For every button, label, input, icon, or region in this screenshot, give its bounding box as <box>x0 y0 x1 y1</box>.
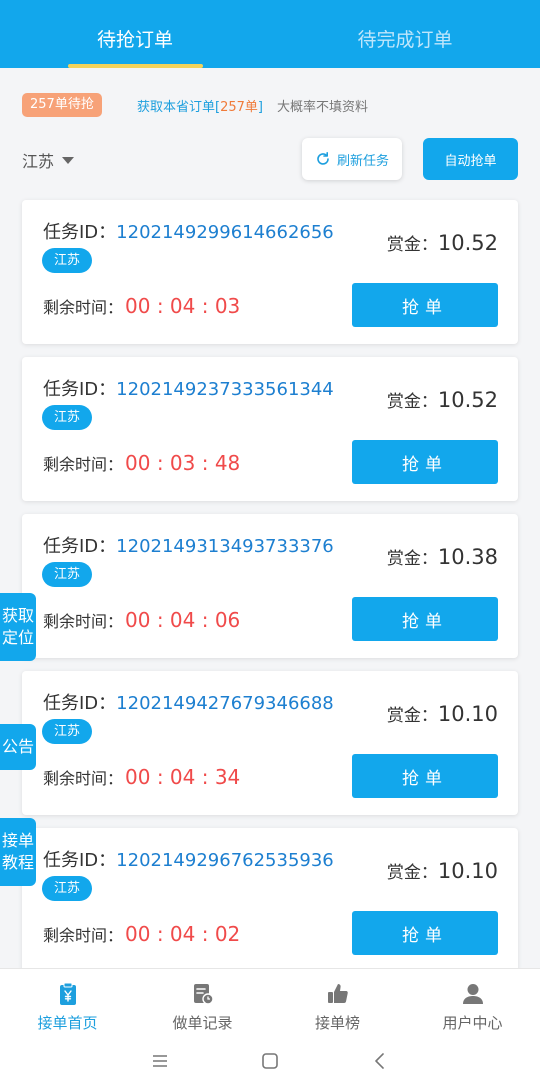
region-tag: 江苏 <box>42 562 93 587</box>
province-filter-dropdown[interactable]: 江苏 <box>22 148 75 172</box>
thumbs-up-icon <box>327 984 348 1003</box>
tab-to-complete-orders[interactable]: 待完成订单 <box>270 0 540 68</box>
reward-amount: 赏金：10.10 <box>386 702 498 726</box>
order-card: 任务ID：1202149427679346688 江苏 赏金：10.10 剩余时… <box>22 671 518 815</box>
task-id: 任务ID：1202149296762535936 <box>43 850 334 871</box>
nav-user-center[interactable]: 用户中心 <box>405 969 540 1042</box>
province-filter-label: 江苏 <box>22 152 55 171</box>
grab-order-button[interactable]: 抢单 <box>352 911 498 955</box>
top-tab-bar: 待抢订单 待完成订单 <box>0 0 540 68</box>
menu-icon[interactable] <box>150 1051 170 1071</box>
user-icon <box>462 984 483 1004</box>
auto-grab-button[interactable]: 自动抢单 <box>423 138 518 180</box>
fetch-tip-text: 大概率不填资料 <box>277 100 369 115</box>
refresh-tasks-button[interactable]: 刷新任务 <box>302 138 402 180</box>
back-icon[interactable] <box>370 1051 390 1071</box>
remaining-time: 剩余时间： 00 : 04 : 02 <box>43 922 241 946</box>
order-card: 任务ID：1202149237333561344 江苏 赏金：10.52 剩余时… <box>22 357 518 501</box>
reward-amount: 赏金：10.38 <box>386 545 498 569</box>
task-id: 任务ID：1202149427679346688 <box>43 693 334 714</box>
home-square-icon[interactable] <box>260 1051 280 1071</box>
info-row: 257单待抢 获取本省订单[257单] 大概率不填资料 <box>0 68 540 144</box>
order-card: 任务ID：1202149313493733376 江苏 赏金：10.38 剩余时… <box>22 514 518 658</box>
reward-amount: 赏金：10.52 <box>386 388 498 412</box>
tutorial-button[interactable]: 接单教程 <box>0 818 36 886</box>
grab-order-button[interactable]: 抢单 <box>352 283 498 327</box>
task-id: 任务ID：1202149313493733376 <box>43 536 334 557</box>
pending-count-badge: 257单待抢 <box>22 93 102 117</box>
region-tag: 江苏 <box>42 405 93 430</box>
refresh-icon <box>317 152 329 165</box>
fetch-province-orders-link[interactable]: 获取本省订单[257单] <box>137 96 263 115</box>
nav-home[interactable]: 接单首页 <box>0 969 135 1042</box>
task-id: 任务ID：1202149299614662656 <box>43 222 334 243</box>
record-doc-icon <box>193 984 214 1005</box>
order-card: 任务ID：1202149299614662656 江苏 赏金：10.52 剩余时… <box>22 200 518 344</box>
order-card: 任务ID：1202149296762535936 江苏 赏金：10.10 剩余时… <box>22 828 518 972</box>
region-tag: 江苏 <box>42 248 93 273</box>
tab-pending-orders[interactable]: 待抢订单 <box>0 0 270 68</box>
get-location-button[interactable]: 获取定位 <box>0 593 36 661</box>
remaining-time: 剩余时间： 00 : 03 : 48 <box>43 451 241 475</box>
nav-leaderboard[interactable]: 接单榜 <box>270 969 405 1042</box>
reward-amount: 赏金：10.52 <box>386 231 498 255</box>
task-id: 任务ID：1202149237333561344 <box>43 379 334 400</box>
system-nav-bar <box>0 1042 540 1080</box>
grab-order-button[interactable]: 抢单 <box>352 597 498 641</box>
region-tag: 江苏 <box>42 719 93 744</box>
bottom-nav-bar: 接单首页 做单记录 接单榜 用户中心 <box>0 968 540 1042</box>
region-tag: 江苏 <box>42 876 93 901</box>
remaining-time: 剩余时间： 00 : 04 : 03 <box>43 294 241 318</box>
remaining-time: 剩余时间： 00 : 04 : 06 <box>43 608 241 632</box>
clipboard-yen-icon <box>59 982 76 1005</box>
reward-amount: 赏金：10.10 <box>386 859 498 883</box>
caret-down-icon <box>62 156 75 164</box>
remaining-time: 剩余时间： 00 : 04 : 34 <box>43 765 241 789</box>
grab-order-button[interactable]: 抢单 <box>352 754 498 798</box>
grab-order-button[interactable]: 抢单 <box>352 440 498 484</box>
nav-records[interactable]: 做单记录 <box>135 969 270 1042</box>
notice-button[interactable]: 公告 <box>0 724 36 770</box>
